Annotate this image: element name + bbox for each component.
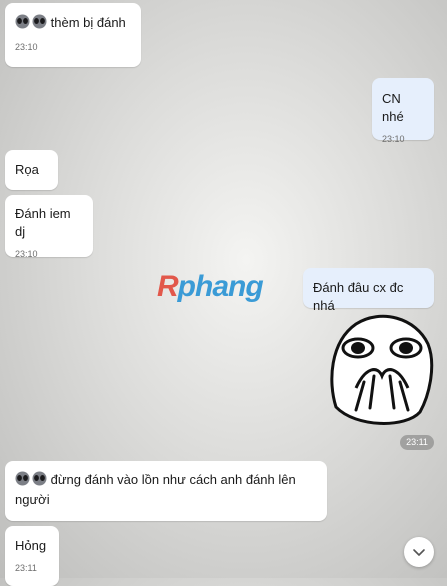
message-text: Đánh đâu cx đc nhá [313, 280, 404, 313]
message-time: 23:10 [382, 134, 405, 144]
message-time: 23:10 [15, 249, 38, 259]
scroll-down-button[interactable] [404, 537, 434, 567]
chevron-down-icon [411, 544, 427, 560]
message-bubble[interactable]: Đánh iem dj 23:10 [5, 195, 93, 259]
message-bubble[interactable]: Rọa [5, 150, 58, 190]
message-bubble[interactable]: Hỏng 23:11 [5, 526, 59, 586]
covering-mouth-face-sticker[interactable] [326, 312, 434, 428]
alien-face-icon [15, 471, 47, 491]
message-text: đừng đánh vào lồn như cách anh đánh lên … [15, 471, 296, 507]
message-text: Hỏng [15, 538, 47, 553]
message-bubble[interactable]: CN nhé 23:10 [372, 78, 434, 144]
sticker-time: 23:11 [400, 435, 434, 450]
watermark-logo: Rphang [157, 270, 264, 303]
message-bubble[interactable]: thèm bị đánh 23:10 [5, 3, 141, 67]
message-bubble[interactable]: đừng đánh vào lồn như cách anh đánh lên … [5, 461, 327, 521]
message-time: 23:10 [15, 42, 38, 52]
message-text: Đánh iem dj [15, 206, 71, 239]
message-bubble[interactable]: Đánh đâu cx đc nhá [303, 268, 434, 313]
message-text: CN nhé [382, 91, 404, 124]
message-time: 23:11 [15, 563, 37, 573]
alien-face-icon [15, 14, 47, 34]
message-text: thèm bị đánh [15, 14, 131, 34]
message-text: Rọa [15, 162, 39, 177]
